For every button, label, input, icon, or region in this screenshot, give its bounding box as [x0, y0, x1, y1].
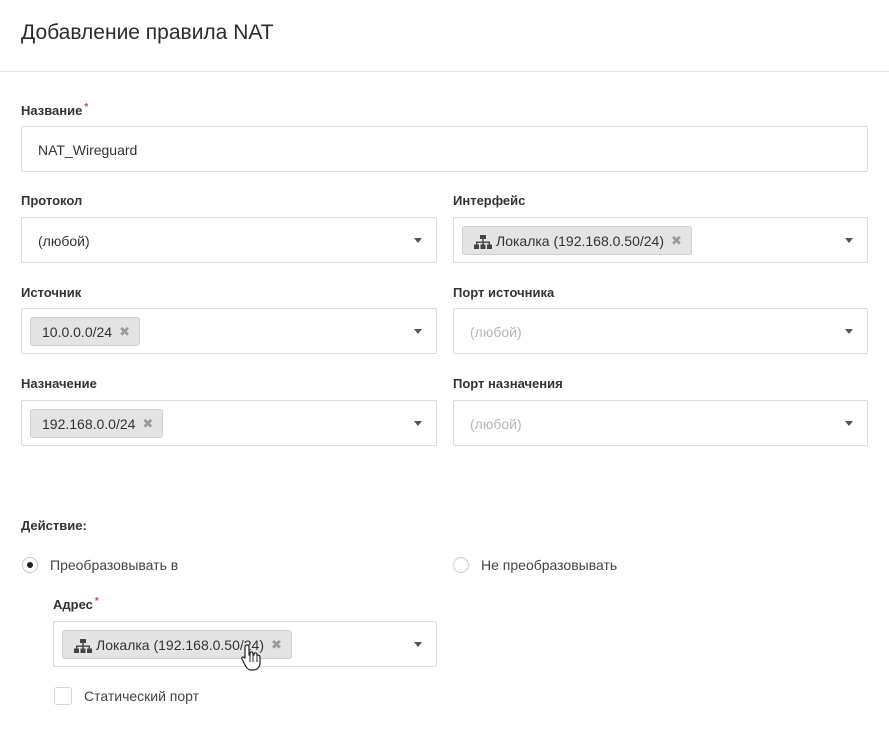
close-icon[interactable]: ✖: [119, 324, 130, 340]
destination-label: Назначение: [21, 376, 97, 391]
static-port-checkbox-row[interactable]: Статический порт: [54, 687, 199, 705]
page-title: Добавление правила NAT: [21, 21, 274, 44]
destination-chip[interactable]: 192.168.0.0/24 ✖: [30, 409, 164, 438]
source-select[interactable]: 10.0.0.0/24 ✖: [21, 308, 437, 354]
close-icon[interactable]: ✖: [271, 637, 282, 653]
destination-chip-label: 192.168.0.0/24: [42, 415, 136, 432]
protocol-label: Протокол: [21, 193, 83, 208]
protocol-select-value: (любой): [38, 233, 90, 249]
protocol-select[interactable]: (любой): [21, 217, 437, 263]
destination-select[interactable]: 192.168.0.0/24 ✖: [21, 400, 437, 446]
close-icon[interactable]: ✖: [142, 416, 153, 432]
chevron-down-icon: [414, 642, 422, 647]
name-label: Название *: [21, 102, 89, 118]
radio-translate[interactable]: Преобразовывать в: [22, 557, 178, 573]
interface-chip[interactable]: Локалка (192.168.0.50/24) ✖: [462, 226, 692, 255]
chevron-down-icon: [845, 421, 853, 426]
chevron-down-icon: [845, 329, 853, 334]
radio-no-translate[interactable]: Не преобразовывать: [453, 557, 617, 573]
source-chip-label: 10.0.0.0/24: [42, 323, 113, 340]
interface-select[interactable]: Локалка (192.168.0.50/24) ✖: [453, 217, 868, 263]
radio-no-translate-label: Не преобразовывать: [481, 557, 618, 573]
source-port-placeholder: (любой): [470, 324, 522, 340]
hand-cursor-icon: [241, 644, 261, 671]
close-icon[interactable]: ✖: [671, 233, 682, 249]
static-port-label: Статический порт: [84, 688, 200, 704]
static-port-checkbox[interactable]: [54, 687, 72, 705]
chevron-down-icon: [414, 238, 422, 243]
radio-translate-label: Преобразовывать в: [50, 557, 179, 573]
action-label: Действие:: [21, 518, 87, 533]
name-input-value: NAT_Wireguard: [38, 142, 138, 158]
chevron-down-icon: [414, 329, 422, 334]
network-icon: [74, 638, 92, 653]
interface-label: Интерфейс: [453, 193, 526, 208]
required-marker: *: [84, 102, 89, 113]
address-chip-label: Локалка (192.168.0.50/24): [96, 636, 264, 653]
network-icon: [474, 234, 492, 249]
address-label: Адрес *: [53, 596, 99, 612]
source-port-select[interactable]: (любой): [453, 308, 868, 354]
source-chip[interactable]: 10.0.0.0/24 ✖: [30, 317, 140, 346]
dialog-header: Добавление правила NAT: [0, 0, 889, 72]
chevron-down-icon: [845, 238, 853, 243]
destination-port-placeholder: (любой): [470, 416, 522, 432]
name-input[interactable]: NAT_Wireguard: [21, 126, 868, 172]
radio-button-checked[interactable]: [22, 557, 38, 573]
source-label: Источник: [21, 285, 82, 300]
interface-chip-label: Локалка (192.168.0.50/24): [496, 232, 664, 249]
source-port-label: Порт источника: [453, 285, 555, 300]
destination-port-select[interactable]: (любой): [453, 400, 868, 446]
radio-button-unchecked[interactable]: [453, 557, 469, 573]
required-marker: *: [94, 596, 99, 607]
destination-port-label: Порт назначения: [453, 376, 563, 391]
chevron-down-icon: [414, 421, 422, 426]
